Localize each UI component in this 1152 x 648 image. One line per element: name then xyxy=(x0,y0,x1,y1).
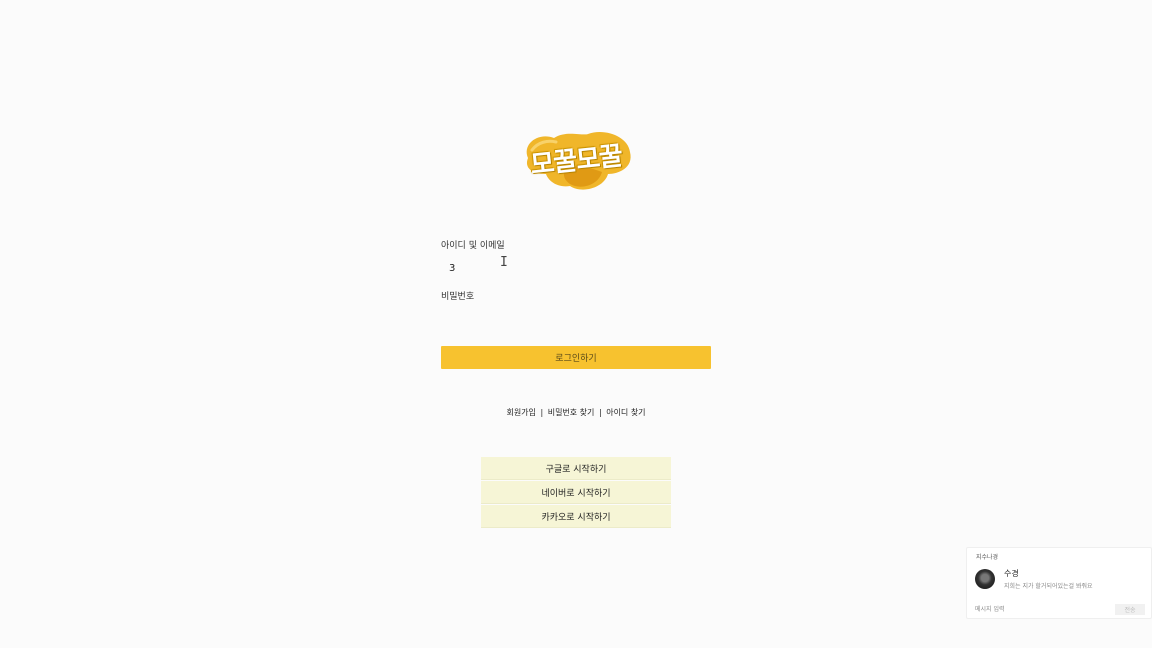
signup-link[interactable]: 회원가입 xyxy=(506,408,535,417)
social-login-group: 구글로 시작하기 네이버로 시작하기 카카오로 시작하기 xyxy=(481,457,671,529)
find-id-link[interactable]: 아이디 찾기 xyxy=(606,408,645,417)
link-separator: | xyxy=(598,408,602,417)
google-login-button[interactable]: 구글로 시작하기 xyxy=(481,457,671,479)
logo: 모꿀모꿀 xyxy=(518,128,634,194)
chat-message-preview: 지희는 지가 할거되어있는걸 봐줘요 xyxy=(1004,583,1093,590)
id-label: 아이디 및 이메일 xyxy=(441,241,505,251)
account-links: 회원가입 | 비밀번호 찾기 | 아이디 찾기 xyxy=(441,407,711,418)
password-label: 비밀번호 xyxy=(441,292,475,302)
login-button[interactable]: 로그인하기 xyxy=(441,346,711,369)
chat-header: 지수나경 xyxy=(976,554,999,561)
password-input[interactable] xyxy=(441,304,711,334)
id-input[interactable] xyxy=(441,253,711,283)
naver-login-button[interactable]: 네이버로 시작하기 xyxy=(481,481,671,503)
login-page: 모꿀모꿀 아이디 및 이메일 비밀번호 I 로그인하기 회원가입 | 비밀번호 … xyxy=(0,0,1152,648)
link-separator: | xyxy=(540,408,544,417)
chat-message-input[interactable] xyxy=(975,604,1105,615)
chat-user-name: 수경 xyxy=(1004,569,1019,578)
kakao-login-button[interactable]: 카카오로 시작하기 xyxy=(481,505,671,527)
text-cursor-icon: I xyxy=(500,255,508,270)
avatar xyxy=(975,569,995,589)
chat-widget: 지수나경 수경 지희는 지가 할거되어있는걸 봐줘요 전송 xyxy=(966,547,1152,619)
login-form: 아이디 및 이메일 비밀번호 xyxy=(441,236,711,334)
find-password-link[interactable]: 비밀번호 찾기 xyxy=(548,408,595,417)
chat-send-button[interactable]: 전송 xyxy=(1115,604,1145,615)
